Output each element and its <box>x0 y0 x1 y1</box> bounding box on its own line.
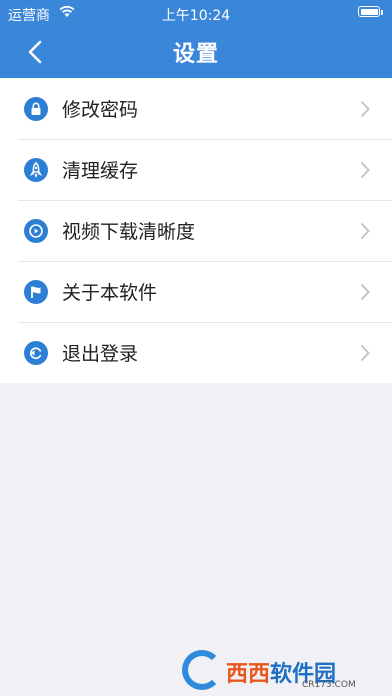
settings-list: 修改密码 清理缓存 视频下载清晰度 关于本软件 退出登录 <box>0 78 392 383</box>
menu-item-label: 修改密码 <box>62 99 139 121</box>
watermark-domain: CR173.COM <box>302 680 356 690</box>
site-watermark: 西西软件园 CR173.COM <box>182 650 382 690</box>
menu-item-change-password[interactable]: 修改密码 <box>0 78 392 139</box>
menu-item-logout[interactable]: 退出登录 <box>0 322 392 383</box>
menu-item-clear-cache[interactable]: 清理缓存 <box>0 139 392 200</box>
chevron-right-icon <box>360 283 370 301</box>
watermark-logo <box>182 650 222 690</box>
chevron-right-icon <box>360 344 370 362</box>
chevron-right-icon <box>360 100 370 118</box>
lock-icon <box>24 97 48 121</box>
menu-item-label: 关于本软件 <box>62 282 158 304</box>
chevron-right-icon <box>360 222 370 240</box>
menu-item-label: 清理缓存 <box>62 160 139 182</box>
battery-icon <box>358 6 383 17</box>
play-icon <box>24 219 48 243</box>
logout-icon <box>24 341 48 365</box>
top-bar: 运营商 上午10:24 设置 <box>0 0 392 78</box>
menu-item-about[interactable]: 关于本软件 <box>0 261 392 322</box>
clock: 上午10:24 <box>161 8 231 24</box>
chevron-right-icon <box>360 161 370 179</box>
menu-item-label: 退出登录 <box>62 343 139 365</box>
flag-icon <box>24 280 48 304</box>
rocket-icon <box>24 158 48 182</box>
menu-item-label: 视频下载清晰度 <box>62 221 196 243</box>
page-title: 设置 <box>172 42 219 67</box>
status-bar: 运营商 上午10:24 <box>0 0 392 26</box>
nav-bar: 设置 <box>0 26 392 78</box>
menu-item-video-quality[interactable]: 视频下载清晰度 <box>0 200 392 261</box>
